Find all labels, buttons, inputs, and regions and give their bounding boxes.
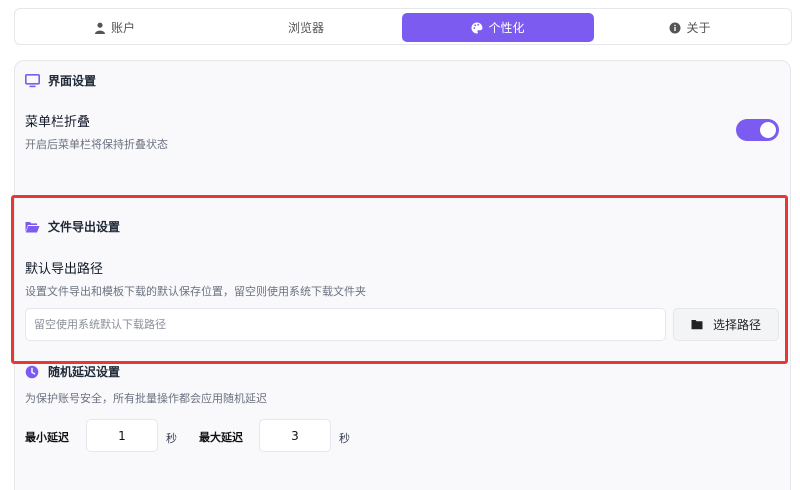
choose-path-button[interactable]: 选择路径 xyxy=(673,308,779,341)
tab-browser[interactable]: 浏览器 xyxy=(210,13,402,42)
collapse-menu-toggle[interactable] xyxy=(736,119,779,141)
export-path-desc: 设置文件导出和模板下载的默认保存位置，留空则使用系统下载文件夹 xyxy=(25,285,366,298)
delay-section-title: 随机延迟设置 xyxy=(25,363,120,380)
export-section-title: 文件导出设置 xyxy=(25,218,120,235)
export-path-label: 默认导出路径 xyxy=(25,262,104,277)
folder-icon xyxy=(691,320,703,330)
interface-section-title: 界面设置 xyxy=(25,72,96,89)
monitor-icon xyxy=(25,73,40,87)
tab-about[interactable]: 关于 xyxy=(594,13,786,42)
max-delay-input[interactable] xyxy=(259,419,331,452)
tab-label: 账户 xyxy=(110,21,135,35)
tab-label: 关于 xyxy=(686,21,711,35)
max-delay-unit: 秒 xyxy=(339,432,350,445)
min-delay-input[interactable] xyxy=(86,419,158,452)
export-title-text: 文件导出设置 xyxy=(48,220,121,234)
delay-desc: 为保护账号安全，所有批量操作都会应用随机延迟 xyxy=(25,392,267,405)
palette-icon xyxy=(471,21,483,33)
interface-title-text: 界面设置 xyxy=(48,74,97,88)
min-delay-unit: 秒 xyxy=(166,432,177,445)
choose-path-label: 选择路径 xyxy=(712,318,761,332)
max-delay-label: 最大延迟 xyxy=(199,431,243,444)
collapse-menu-desc: 开启后菜单栏将保持折叠状态 xyxy=(25,138,168,151)
tab-personalization[interactable]: 个性化 xyxy=(402,13,594,42)
clock-icon xyxy=(25,365,39,378)
export-path-input[interactable] xyxy=(25,308,666,341)
tab-account[interactable]: 账户 xyxy=(19,13,210,42)
tab-label: 个性化 xyxy=(488,21,525,35)
delay-title-text: 随机延迟设置 xyxy=(48,365,121,379)
folder-open-icon xyxy=(25,221,40,232)
info-icon xyxy=(669,22,681,33)
min-delay-label: 最小延迟 xyxy=(25,431,69,444)
settings-tabs: 账户 浏览器 个性化 关于 xyxy=(14,8,792,45)
toggle-knob xyxy=(760,122,776,138)
collapse-menu-label: 菜单栏折叠 xyxy=(25,115,91,130)
user-icon xyxy=(94,22,105,34)
tab-label: 浏览器 xyxy=(287,21,324,35)
